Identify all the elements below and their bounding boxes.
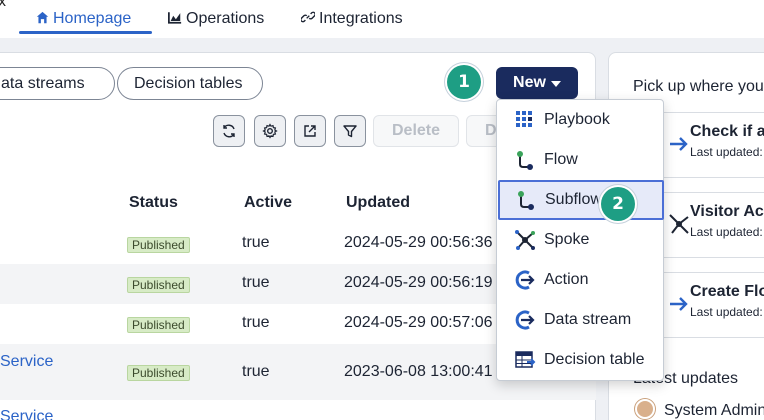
recent-card-subtitle: Last updated: bbox=[690, 305, 763, 319]
menu-item-label: Playbook bbox=[544, 111, 610, 128]
menu-item-label: Decision table bbox=[544, 351, 645, 368]
export-button[interactable] bbox=[294, 115, 326, 147]
top-nav: x Homepage Operations Integrations bbox=[0, 0, 764, 38]
active-cell: true bbox=[242, 234, 270, 251]
menu-item-decision-table[interactable]: Decision table bbox=[497, 340, 663, 380]
tab-integrations-label: Integrations bbox=[319, 10, 403, 27]
spoke-icon bbox=[514, 229, 536, 251]
home-icon bbox=[36, 11, 49, 28]
link-icon bbox=[300, 10, 316, 28]
refresh-button[interactable] bbox=[213, 115, 245, 147]
active-cell: true bbox=[242, 314, 270, 331]
recent-card-title: Visitor Acc bbox=[690, 203, 764, 220]
decision-table-icon bbox=[514, 349, 536, 371]
flow-arrow-icon bbox=[666, 131, 692, 157]
tab-homepage[interactable]: Homepage bbox=[36, 7, 131, 31]
active-cell: true bbox=[242, 274, 270, 291]
action-icon bbox=[514, 269, 536, 291]
recent-items-title: Pick up where you bbox=[633, 78, 764, 95]
subflow-icon bbox=[515, 189, 537, 211]
menu-item-subflow[interactable]: Subflow bbox=[498, 180, 664, 220]
new-button[interactable]: New bbox=[496, 67, 578, 99]
column-header-updated[interactable]: Updated bbox=[346, 194, 410, 212]
step-badge-1: 1 bbox=[447, 65, 481, 99]
stray-glyph: x bbox=[0, 0, 7, 10]
playbook-icon bbox=[514, 109, 536, 131]
filter-data-streams[interactable]: ata streams bbox=[0, 67, 115, 100]
data-stream-icon bbox=[514, 309, 536, 331]
latest-update-user[interactable]: System Admin bbox=[664, 402, 764, 420]
export-icon bbox=[304, 125, 316, 137]
column-header-active[interactable]: Active bbox=[244, 194, 292, 212]
settings-button[interactable] bbox=[254, 115, 286, 147]
spoke-icon bbox=[666, 211, 692, 237]
updated-cell: 2023-06-08 13:00:41 bbox=[344, 363, 493, 380]
refresh-icon bbox=[223, 124, 235, 138]
tab-operations[interactable]: Operations bbox=[168, 7, 264, 31]
menu-item-label: Flow bbox=[544, 151, 578, 168]
recent-card-subtitle: Last updated: bbox=[690, 145, 763, 159]
updated-cell: 2024-05-29 00:57:06 bbox=[344, 314, 493, 331]
gear-icon bbox=[262, 123, 278, 139]
status-badge: Published bbox=[127, 237, 190, 253]
row-name-link[interactable]: Service bbox=[0, 353, 53, 371]
delete-button[interactable]: Delete bbox=[373, 115, 459, 147]
filter-icon bbox=[343, 125, 357, 138]
status-badge: Published bbox=[127, 365, 190, 381]
menu-item-label: Spoke bbox=[544, 231, 590, 248]
active-tab-indicator bbox=[19, 31, 152, 34]
menu-item-label: Action bbox=[544, 271, 589, 288]
row-name-link[interactable]: Service bbox=[0, 408, 53, 420]
updated-cell: 2024-05-29 00:56:19 bbox=[344, 274, 493, 291]
filter-button[interactable] bbox=[334, 115, 366, 147]
menu-item-flow[interactable]: Flow bbox=[497, 140, 663, 180]
flow-arrow-icon bbox=[666, 291, 692, 317]
chart-icon bbox=[168, 11, 182, 28]
recent-card-title: Create Flo bbox=[690, 283, 764, 300]
status-badge: Published bbox=[127, 317, 190, 333]
updated-cell: 2024-05-29 00:56:36 bbox=[344, 234, 493, 251]
table-row[interactable]: Service bbox=[0, 400, 596, 420]
menu-item-action[interactable]: Action bbox=[497, 260, 663, 300]
menu-item-playbook[interactable]: Playbook bbox=[497, 100, 663, 140]
menu-item-spoke[interactable]: Spoke bbox=[497, 220, 663, 260]
menu-item-data-stream[interactable]: Data stream bbox=[497, 300, 663, 340]
new-button-label: New bbox=[513, 74, 546, 91]
tab-homepage-label: Homepage bbox=[53, 10, 132, 27]
new-dropdown-menu: Playbook Flow Subflow Spoke Action Data … bbox=[496, 99, 664, 381]
filter-decision-tables[interactable]: Decision tables bbox=[117, 67, 263, 100]
avatar bbox=[635, 399, 655, 419]
flow-icon bbox=[514, 149, 536, 171]
caret-down-icon bbox=[550, 81, 561, 87]
status-badge: Published bbox=[127, 277, 190, 293]
tab-integrations[interactable]: Integrations bbox=[300, 7, 403, 31]
tab-operations-label: Operations bbox=[186, 10, 265, 27]
column-header-status[interactable]: Status bbox=[129, 194, 178, 212]
menu-item-label: Data stream bbox=[544, 311, 632, 328]
active-cell: true bbox=[242, 363, 270, 380]
recent-card-subtitle: Last updated: bbox=[690, 225, 763, 239]
recent-card-title: Check if a bbox=[690, 123, 764, 140]
menu-item-label: Subflow bbox=[545, 191, 602, 208]
step-badge-2: 2 bbox=[601, 187, 635, 221]
